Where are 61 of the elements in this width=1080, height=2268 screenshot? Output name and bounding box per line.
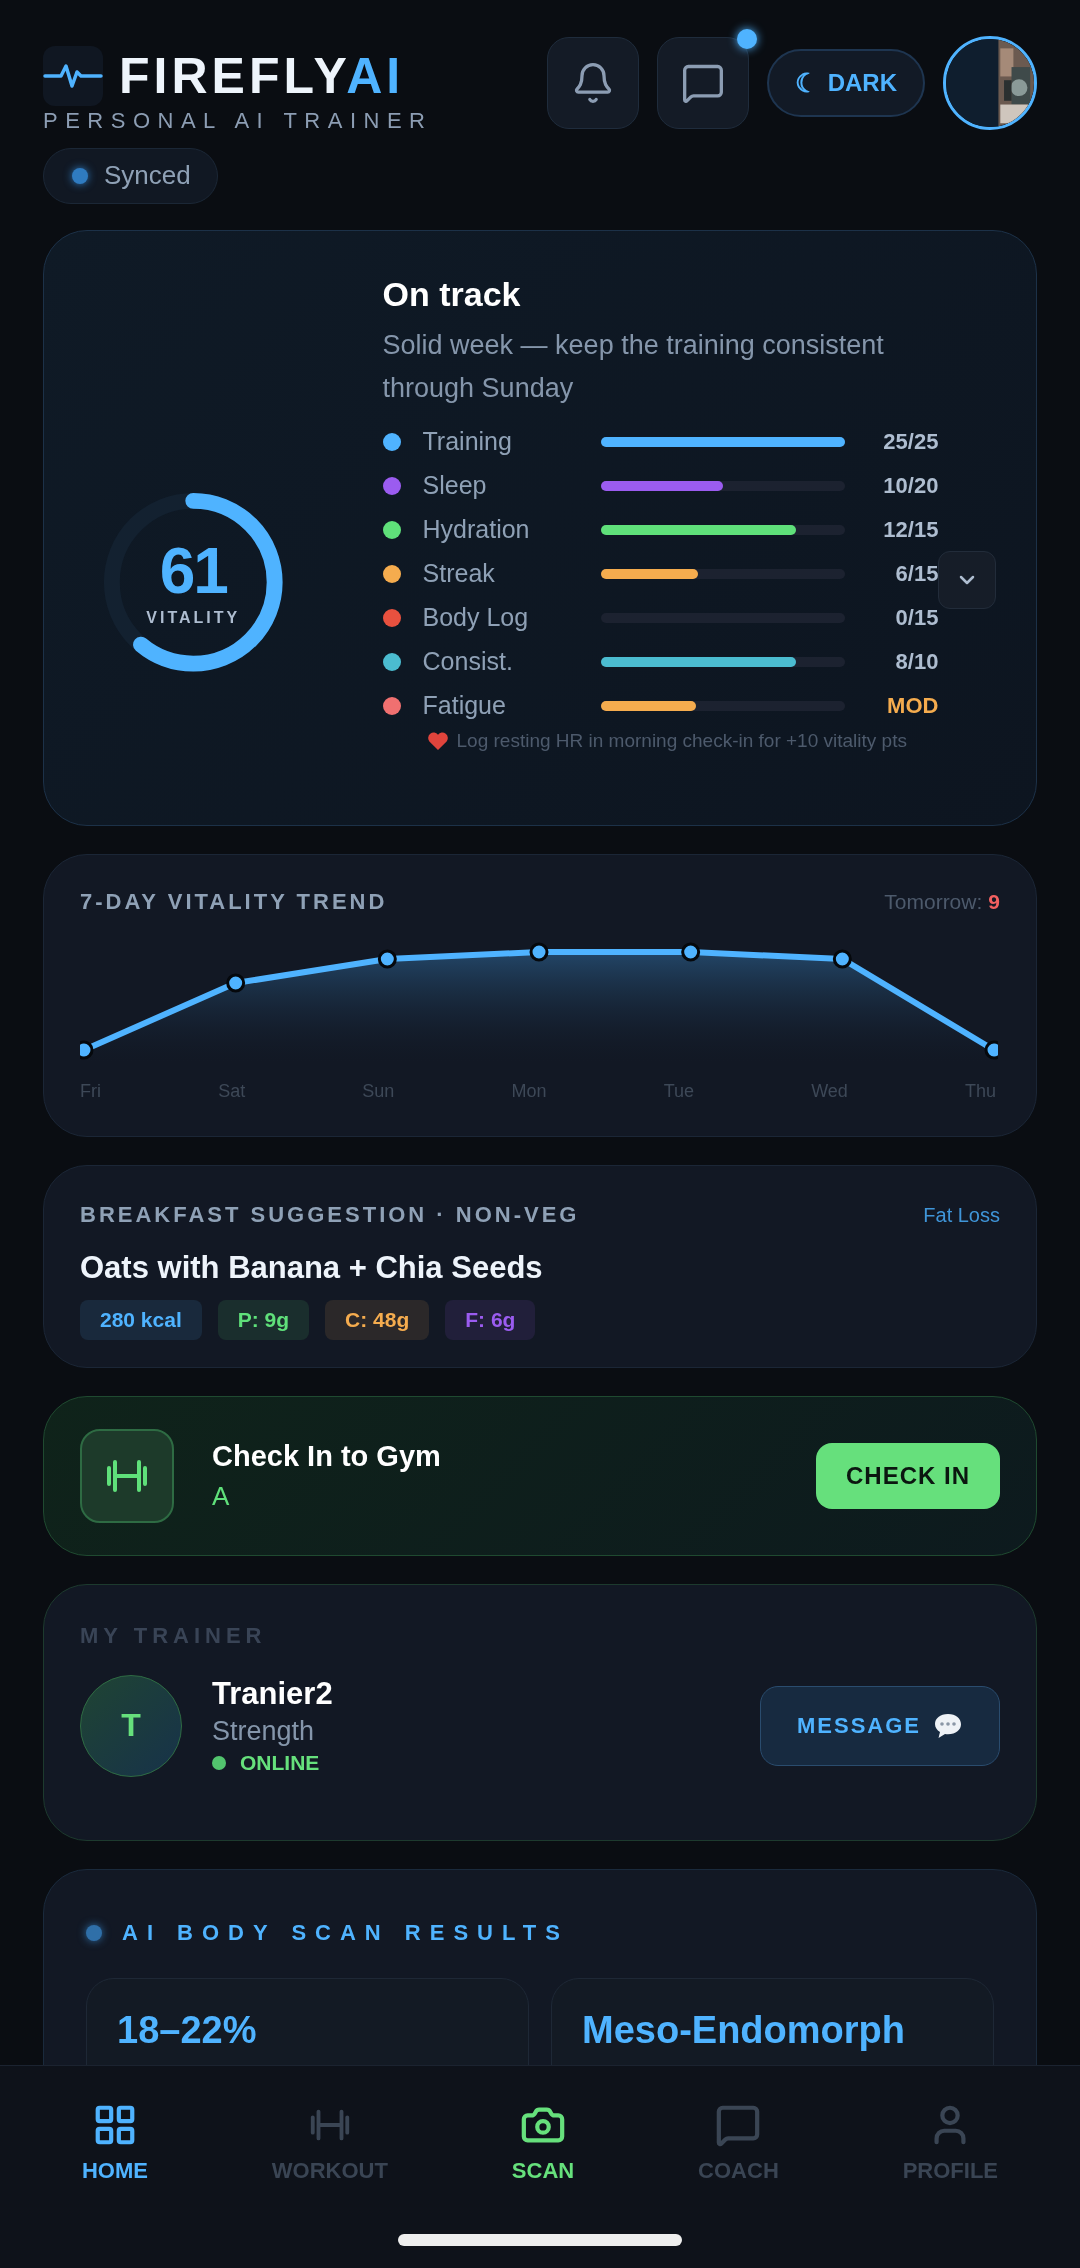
macro-tag: 280 kcal <box>80 1300 202 1341</box>
heart-icon <box>426 730 449 751</box>
metric-name: Fatigue <box>422 691 507 721</box>
speech-bubble-icon <box>933 1711 963 1740</box>
tomorrow-value: 9 <box>988 889 1000 914</box>
gym-name: A <box>212 1481 231 1513</box>
metric-name: Hydration <box>422 515 531 545</box>
score-label: VITALITY <box>146 608 241 627</box>
goal-link[interactable]: Fat Loss <box>923 1203 1000 1227</box>
pulse-icon <box>43 46 103 106</box>
chevron-down-icon <box>959 574 976 585</box>
macro-tag: P: 9g <box>217 1300 310 1341</box>
nav-tab[interactable]: SCAN <box>501 2102 585 2206</box>
metric-value: 8/10 <box>895 648 939 675</box>
scan-result-value: 18–22% <box>117 2009 258 2053</box>
status-title: On track <box>382 274 522 314</box>
data-point <box>984 1040 998 1060</box>
metric-name: Streak <box>422 559 496 589</box>
scan-result-value: Meso-Endomorph <box>582 2009 906 2053</box>
metric-value: 6/15 <box>895 560 939 587</box>
sync-status: Synced <box>43 148 218 204</box>
messages-button[interactable] <box>656 37 749 129</box>
data-point <box>529 942 549 962</box>
trainer-name: Tranier2 <box>212 1676 333 1713</box>
section-title: 7-DAY VITALITY TREND <box>80 888 388 915</box>
tagline: PERSONAL AI TRAINER <box>43 108 433 134</box>
checkin-title: Check In to Gym <box>212 1440 441 1474</box>
metric-value: 10/20 <box>883 472 939 499</box>
meal-name: Oats with Banana + Chia Seeds <box>80 1250 544 1287</box>
metric-name: Body Log <box>422 603 530 633</box>
metric-value: 12/15 <box>883 516 939 543</box>
data-point <box>226 973 246 993</box>
macro-tag: F: 6g <box>445 1300 536 1341</box>
trainer-specialty: Strength <box>212 1716 316 1748</box>
message-button[interactable]: MESSAGE <box>759 1685 1000 1766</box>
theme-toggle[interactable]: ☾ DARK <box>766 49 925 117</box>
data-point <box>832 949 852 969</box>
trainer-avatar: T <box>80 1674 182 1777</box>
tomorrow-label: Tomorrow: <box>884 889 983 914</box>
status-dot <box>86 1925 102 1942</box>
metric-name: Sleep <box>422 471 488 501</box>
hint-text: Log resting HR in morning check-in for +10 vitality pts <box>456 729 907 752</box>
status-summary: Solid week — keep the training consistent through Sunday <box>382 328 885 405</box>
notifications-button[interactable] <box>546 37 639 129</box>
status-text: ONLINE <box>240 1751 320 1776</box>
data-point <box>681 942 701 962</box>
metric-value: 0/15 <box>895 604 939 631</box>
metric-name: Training <box>422 427 513 457</box>
section-title: AI BODY SCAN RESULTS <box>122 1920 569 1947</box>
logo-accent: AI <box>346 48 405 104</box>
logo-text: FIREFLY <box>119 48 347 104</box>
checkin-button[interactable]: CHECK IN <box>816 1443 1000 1510</box>
data-point <box>377 949 397 969</box>
metric-name: Consist. <box>422 647 514 677</box>
data-point <box>80 1040 94 1060</box>
nav-tab[interactable]: HOME <box>71 2102 158 2206</box>
metric-value: 25/25 <box>883 428 939 455</box>
vitality-score: 61 <box>159 538 227 603</box>
macro-tag: C: 48g <box>325 1300 430 1341</box>
metric-value: MOD <box>887 692 939 719</box>
section-title: BREAKFAST SUGGESTION · NON-VEG <box>80 1202 580 1229</box>
